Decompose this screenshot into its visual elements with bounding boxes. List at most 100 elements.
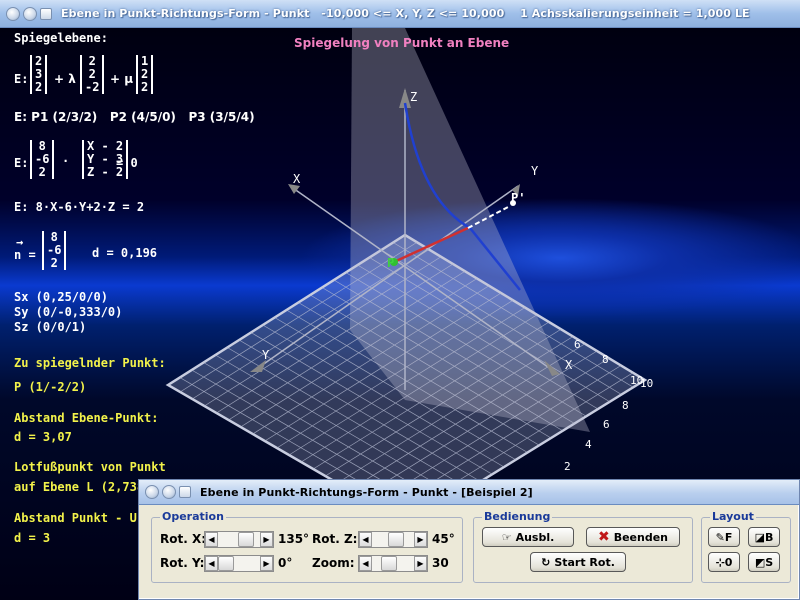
dialog-menu-icon[interactable] xyxy=(145,485,159,499)
n-vector: 8 -6 2 xyxy=(42,231,67,270)
vector-p: 232 xyxy=(30,55,48,94)
zoom-left-arrow-icon[interactable]: ◀ xyxy=(359,556,372,571)
maximize-icon[interactable] xyxy=(40,7,52,20)
dialog-maximize-icon[interactable] xyxy=(179,486,191,498)
layout-group: Layout ✎ F ◪ B ⊹ 0 ◩ S xyxy=(701,510,791,583)
rot-x-track[interactable] xyxy=(218,532,260,547)
dialog-titlebar[interactable]: Ebene in Punkt-Richtungs-Form - Punkt - … xyxy=(139,480,799,505)
tick-right-6: 6 xyxy=(603,418,610,431)
rot-y-thumb[interactable] xyxy=(218,556,234,571)
operation-label: Operation xyxy=(160,510,226,523)
start-rotation-button-label: Start Rot. xyxy=(554,555,615,569)
tick-top-10: 10 xyxy=(630,374,644,387)
point-label-p-prime: P' xyxy=(511,191,526,205)
layout-save-button[interactable]: ◩ S xyxy=(748,552,780,572)
rot-y-left-arrow-icon[interactable]: ◀ xyxy=(205,556,218,571)
p-point: P (1/-2/2) xyxy=(14,380,87,394)
n-arrow: → xyxy=(16,235,24,249)
ausblenden-button-label: Ausbl. xyxy=(515,530,555,544)
dialog-title: Ebene in Punkt-Richtungs-Form - Punkt - … xyxy=(200,485,533,499)
n-label: n = xyxy=(14,248,36,262)
minimize-icon[interactable] xyxy=(23,6,37,21)
zoom-right-arrow-icon[interactable]: ▶ xyxy=(414,556,427,571)
pen-icon: ✎ xyxy=(715,530,725,544)
coord-equation: E: 8·X-6·Y+2·Z = 2 xyxy=(14,200,145,214)
operation-group: Operation Rot. X: ◀ ▶ 135° Rot. Z: ◀ ▶ 4… xyxy=(151,510,463,583)
rot-y-track[interactable] xyxy=(218,556,260,571)
dot-operator: · xyxy=(62,154,70,168)
lotfusspunkt-label: Lotfußpunkt von Punkt xyxy=(14,460,166,474)
axis-label-y-bottom: Y xyxy=(262,348,270,362)
zoom-value: 30 xyxy=(432,556,449,570)
plus-mu: + μ xyxy=(110,72,134,86)
layout-reset-button[interactable]: ⊹ 0 xyxy=(708,552,740,572)
zoom-slider[interactable]: ◀ ▶ xyxy=(358,555,428,572)
point-label-p: P xyxy=(387,256,395,270)
paint-bucket-icon: ◪ xyxy=(754,530,765,544)
rot-z-thumb[interactable] xyxy=(388,532,404,547)
sx: Sx (0,25/0/0) xyxy=(14,290,108,304)
tick-top-8: 8 xyxy=(602,353,609,366)
zoom-track[interactable] xyxy=(372,556,414,571)
axis-label-y-top: Y xyxy=(531,164,539,178)
start-rotation-button[interactable]: ↻ Start Rot. xyxy=(530,552,626,572)
tick-top-6: 6 xyxy=(574,338,581,351)
zoom-thumb[interactable] xyxy=(381,556,397,571)
bedienung-label: Bedienung xyxy=(482,510,553,523)
rot-z-slider[interactable]: ◀ ▶ xyxy=(358,531,428,548)
layout-font-button[interactable]: ✎ F xyxy=(708,527,740,547)
beenden-button-label: Beenden xyxy=(613,530,669,544)
rot-z-right-arrow-icon[interactable]: ▶ xyxy=(414,532,427,547)
rot-x-thumb[interactable] xyxy=(238,532,254,547)
rot-x-label: Rot. X: xyxy=(160,532,207,546)
param-e-label: E: xyxy=(14,72,29,86)
sz: Sz (0/0/1) xyxy=(14,320,87,334)
normal-e-label: E: xyxy=(14,156,29,170)
d-ebene: d = 3,07 xyxy=(14,430,72,444)
vector-v: 122 xyxy=(136,55,154,94)
layout-background-label: B xyxy=(765,530,774,544)
abstand-punkt-label: Abstand Punkt - Ur xyxy=(14,511,145,525)
eq-zero: = 0 xyxy=(116,156,138,170)
ausblenden-icon: ☞ xyxy=(501,530,512,544)
plus-lambda: + λ xyxy=(54,72,76,86)
rot-y-value: 0° xyxy=(278,556,293,570)
layout-background-button[interactable]: ◪ B xyxy=(748,527,780,547)
rot-x-slider[interactable]: ◀ ▶ xyxy=(204,531,274,548)
layout-label: Layout xyxy=(710,510,756,523)
rot-x-right-arrow-icon[interactable]: ▶ xyxy=(260,532,273,547)
auf-ebene: auf Ebene L (2,738 xyxy=(14,480,145,494)
spiegelebene-label: Spiegelebene: xyxy=(14,31,108,45)
rot-z-track[interactable] xyxy=(372,532,414,547)
beenden-button[interactable]: ✖ Beenden xyxy=(586,527,680,547)
window-menu-icon[interactable] xyxy=(6,6,20,21)
rot-y-label: Rot. Y: xyxy=(160,556,205,570)
rot-z-label: Rot. Z: xyxy=(312,532,358,546)
dialog-minimize-icon[interactable] xyxy=(162,485,176,499)
tick-right-8: 8 xyxy=(622,399,629,412)
ausblenden-button[interactable]: ☞ Ausbl. xyxy=(482,527,574,547)
rot-y-right-arrow-icon[interactable]: ▶ xyxy=(260,556,273,571)
layout-font-label: F xyxy=(724,530,733,544)
close-icon: ✖ xyxy=(597,529,610,545)
tick-right-2: 2 xyxy=(564,460,571,473)
zoom-label: Zoom: xyxy=(312,556,355,570)
rot-y-slider[interactable]: ◀ ▶ xyxy=(204,555,274,572)
main-window-title: Ebene in Punkt-Richtungs-Form - Punkt -1… xyxy=(61,7,750,20)
main-titlebar[interactable]: Ebene in Punkt-Richtungs-Form - Punkt -1… xyxy=(0,0,800,28)
abstand-ebene-punkt-label: Abstand Ebene-Punkt: xyxy=(14,411,159,425)
control-dialog: Ebene in Punkt-Richtungs-Form - Punkt - … xyxy=(138,479,800,600)
axis-label-x-bottom: X xyxy=(565,358,573,372)
bedienung-group: Bedienung ☞ Ausbl. ✖ Beenden ↻ Start Rot… xyxy=(473,510,693,583)
rot-x-value: 135° xyxy=(278,532,310,546)
crosshair-icon: ⊹ xyxy=(715,555,725,569)
layout-save-label: S xyxy=(765,555,774,569)
vector-u: 2 2 -2 xyxy=(80,55,105,94)
zu-spiegelnder-label: Zu spiegelnder Punkt: xyxy=(14,356,166,370)
points-line: E: P1 (2/3/2) P2 (4/5/0) P3 (3/5/4) xyxy=(14,110,255,124)
d-value: d = 0,196 xyxy=(92,246,158,260)
scene-heading: Spiegelung von Punkt an Ebene xyxy=(294,36,510,50)
rot-x-left-arrow-icon[interactable]: ◀ xyxy=(205,532,218,547)
tick-right-4: 4 xyxy=(585,438,592,451)
rot-z-left-arrow-icon[interactable]: ◀ xyxy=(359,532,372,547)
